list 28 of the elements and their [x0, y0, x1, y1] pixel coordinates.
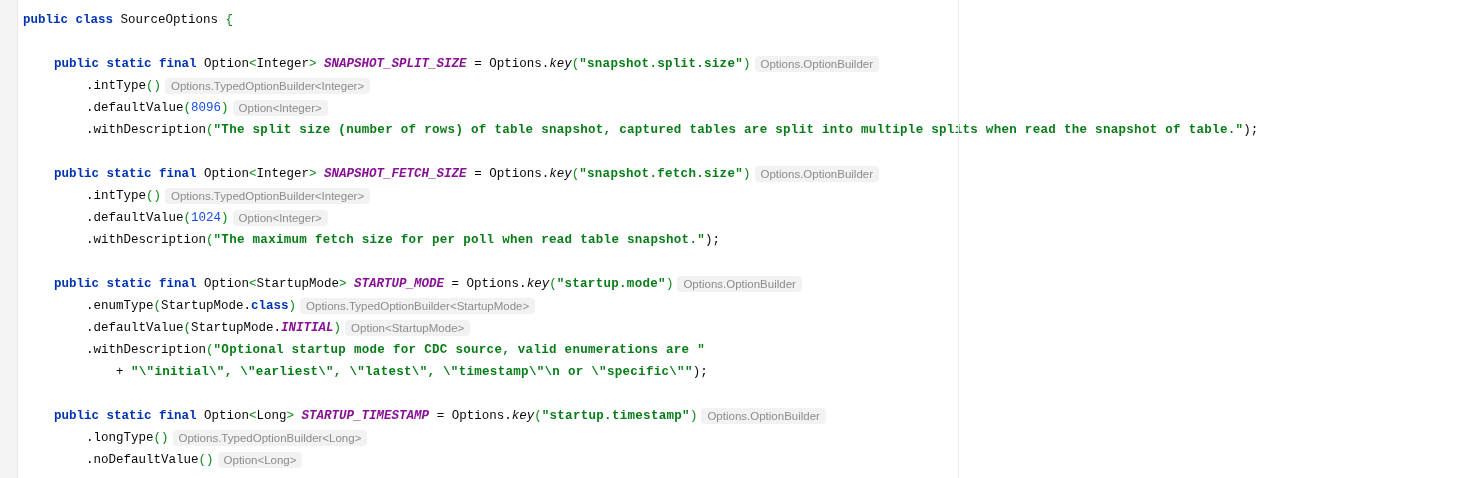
code-line: public class SourceOptions { [23, 12, 234, 28]
inlay-hint: Options.TypedOptionBuilder<Integer> [165, 188, 371, 204]
inlay-hint: Option<Integer> [232, 210, 328, 226]
inlay-hint: Option<Integer> [232, 100, 328, 116]
code-line: .intType() [86, 188, 162, 204]
code-line: .withDescription("The maximum fetch size for per poll when read table snapshot."); [86, 232, 721, 248]
code-line: .enumType(StartupMode.class) [86, 298, 297, 314]
code-line: .withDescription("Optional startup mode for CDC source, valid enumerations are " [86, 342, 706, 358]
code-line: .defaultValue(8096) [86, 100, 229, 116]
code-line: .noDefaultValue() [86, 452, 214, 468]
code-line: .defaultValue(1024) [86, 210, 229, 226]
code-line: .defaultValue(StartupMode.INITIAL) [86, 320, 342, 336]
code-line: public static final Option<Integer> SNAPSHOT_SPLIT_SIZE = Options.key("snapshot.split.size") [54, 56, 751, 72]
code-line: + "\"initial\", \"earliest\", \"latest\", \"timestamp\"\n or \"specific\""); [116, 364, 708, 380]
code-line: public static final Option<StartupMode> STARTUP_MODE = Options.key("startup.mode") [54, 276, 674, 292]
code-line: public static final Option<Long> STARTUP_TIMESTAMP = Options.key("startup.timestamp") [54, 408, 698, 424]
code-line: public static final Option<Integer> SNAPSHOT_FETCH_SIZE = Options.key("snapshot.fetch.size") [54, 166, 751, 182]
inlay-hint: Options.TypedOptionBuilder<Integer> [165, 78, 371, 94]
inlay-hint: Options.OptionBuilder [701, 408, 826, 424]
code-line: .longType() [86, 430, 169, 446]
inlay-hint: Option<Long> [217, 452, 303, 468]
inlay-hint: Options.TypedOptionBuilder<Long> [172, 430, 368, 446]
inlay-hint: Options.OptionBuilder [754, 56, 880, 72]
inlay-hint: Options.TypedOptionBuilder<StartupMode> [300, 298, 536, 314]
inlay-hint: Option<StartupMode> [345, 320, 471, 336]
code-line: .intType() [86, 78, 162, 94]
inlay-hint: Options.OptionBuilder [677, 276, 802, 292]
inlay-hint: Options.OptionBuilder [754, 166, 880, 182]
